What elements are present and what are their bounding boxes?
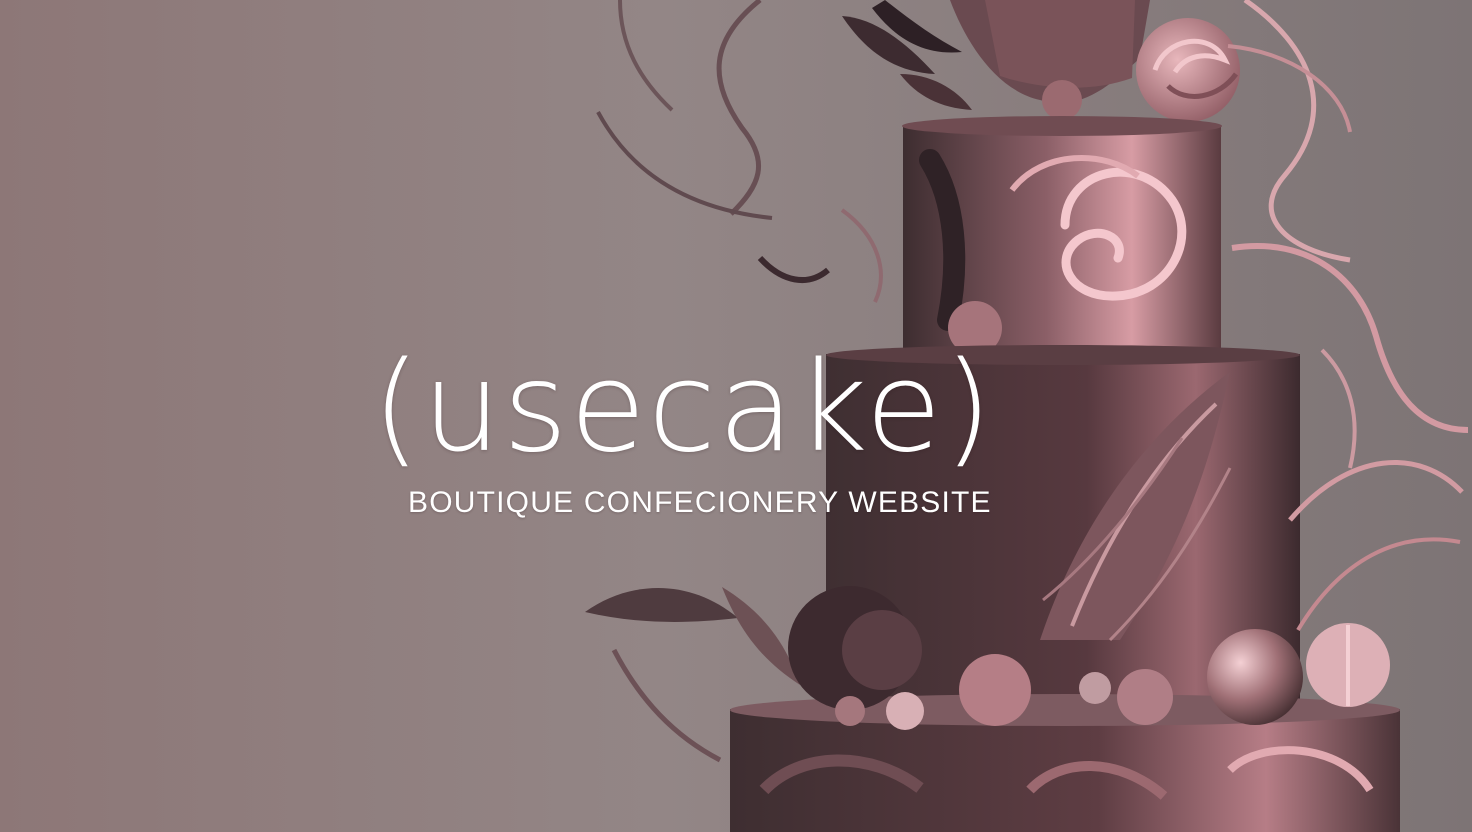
hero-banner: (usecake) BOUTIQUE CONFECIONERY WEBSITE <box>0 0 1472 832</box>
cake-image <box>0 0 1472 832</box>
